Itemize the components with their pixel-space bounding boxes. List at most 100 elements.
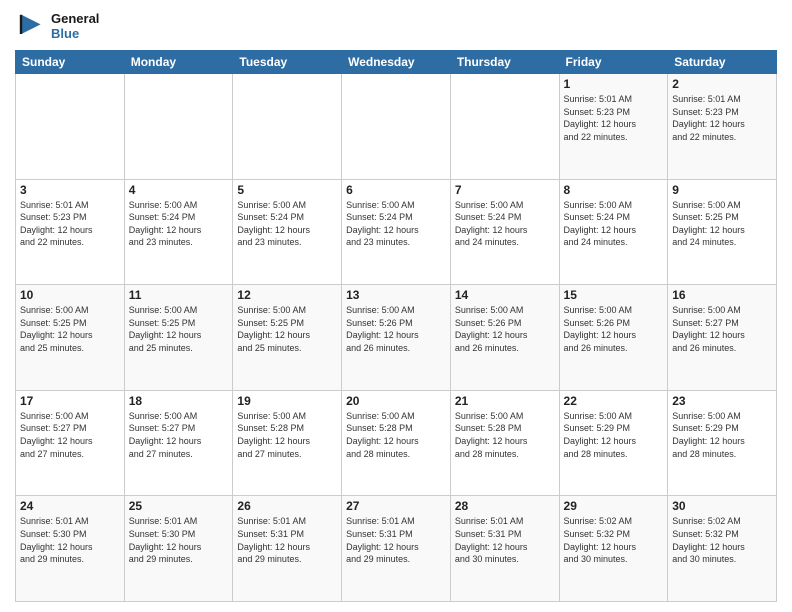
calendar-week-row-4: 17Sunrise: 5:00 AM Sunset: 5:27 PM Dayli… [16,390,777,496]
calendar-week-row-1: 1 Sunrise: 5:01 AM Sunset: 5:23 PM Daylig… [16,74,777,180]
day-info: Sunrise: 5:00 AM Sunset: 5:24 PM Dayligh… [346,199,446,249]
calendar-week-row-3: 10 Sunrise: 5:00 AM Sunset: 5:25 PM Dayli… [16,285,777,391]
calendar-cell: 26 Sunrise: 5:01 AM Sunset: 5:31 PM Dayli… [233,496,342,602]
calendar-cell: 2 Sunrise: 5:01 AM Sunset: 5:23 PM Daylig… [668,74,777,180]
calendar-header-saturday: Saturday [668,51,777,74]
day-info: Sunrise: 5:00 AM Sunset: 5:28 PM Dayligh… [237,410,337,460]
day-number: 14 [455,288,555,302]
calendar-cell: 11 Sunrise: 5:00 AM Sunset: 5:25 PM Dayli… [124,285,233,391]
day-number: 6 [346,183,446,197]
calendar-cell: 10 Sunrise: 5:00 AM Sunset: 5:25 PM Dayli… [16,285,125,391]
day-number: 27 [346,499,446,513]
day-number: 20 [346,394,446,408]
day-number: 12 [237,288,337,302]
day-number: 8 [564,183,664,197]
calendar-cell: 6 Sunrise: 5:00 AM Sunset: 5:24 PM Daylig… [342,179,451,285]
day-info: Sunrise: 5:00 AM Sunset: 5:25 PM Dayligh… [672,199,772,249]
day-info: Sunrise: 5:00 AM Sunset: 5:28 PM Dayligh… [455,410,555,460]
calendar-cell: 30 Sunrise: 5:02 AM Sunset: 5:32 PM Dayli… [668,496,777,602]
day-number: 21 [455,394,555,408]
calendar-cell: 4Sunrise: 5:00 AM Sunset: 5:24 PM Daylig… [124,179,233,285]
calendar-cell: 29 Sunrise: 5:02 AM Sunset: 5:32 PM Dayli… [559,496,668,602]
day-info: Sunrise: 5:01 AM Sunset: 5:23 PM Dayligh… [672,93,772,143]
day-info: Sunrise: 5:01 AM Sunset: 5:31 PM Dayligh… [237,515,337,565]
calendar-cell: 22 Sunrise: 5:00 AM Sunset: 5:29 PM Dayli… [559,390,668,496]
calendar-cell: 3Sunrise: 5:01 AM Sunset: 5:23 PM Daylig… [16,179,125,285]
day-number: 16 [672,288,772,302]
day-info: Sunrise: 5:02 AM Sunset: 5:32 PM Dayligh… [564,515,664,565]
day-info: Sunrise: 5:00 AM Sunset: 5:28 PM Dayligh… [346,410,446,460]
calendar-cell [342,74,451,180]
day-number: 23 [672,394,772,408]
day-number: 25 [129,499,229,513]
day-info: Sunrise: 5:00 AM Sunset: 5:27 PM Dayligh… [129,410,229,460]
day-number: 18 [129,394,229,408]
calendar-cell: 1 Sunrise: 5:01 AM Sunset: 5:23 PM Daylig… [559,74,668,180]
day-number: 29 [564,499,664,513]
day-info: Sunrise: 5:00 AM Sunset: 5:25 PM Dayligh… [20,304,120,354]
header: General Blue [15,10,777,42]
calendar-cell: 28 Sunrise: 5:01 AM Sunset: 5:31 PM Dayli… [450,496,559,602]
day-number: 7 [455,183,555,197]
calendar-cell: 24 Sunrise: 5:01 AM Sunset: 5:30 PM Dayli… [16,496,125,602]
day-number: 24 [20,499,120,513]
day-info: Sunrise: 5:01 AM Sunset: 5:23 PM Dayligh… [564,93,664,143]
calendar-week-row-5: 24 Sunrise: 5:01 AM Sunset: 5:30 PM Dayli… [16,496,777,602]
calendar-week-row-2: 3Sunrise: 5:01 AM Sunset: 5:23 PM Daylig… [16,179,777,285]
calendar-cell [233,74,342,180]
day-number: 13 [346,288,446,302]
calendar-cell: 27 Sunrise: 5:01 AM Sunset: 5:31 PM Dayli… [342,496,451,602]
day-info: Sunrise: 5:00 AM Sunset: 5:29 PM Dayligh… [672,410,772,460]
day-info: Sunrise: 5:00 AM Sunset: 5:24 PM Dayligh… [564,199,664,249]
logo: General Blue [15,10,99,42]
calendar-cell: 8 Sunrise: 5:00 AM Sunset: 5:24 PM Daylig… [559,179,668,285]
day-info: Sunrise: 5:00 AM Sunset: 5:27 PM Dayligh… [672,304,772,354]
calendar-cell: 16 Sunrise: 5:00 AM Sunset: 5:27 PM Dayli… [668,285,777,391]
day-number: 11 [129,288,229,302]
calendar-cell [16,74,125,180]
calendar-cell: 17Sunrise: 5:00 AM Sunset: 5:27 PM Dayli… [16,390,125,496]
day-info: Sunrise: 5:00 AM Sunset: 5:29 PM Dayligh… [564,410,664,460]
day-info: Sunrise: 5:01 AM Sunset: 5:31 PM Dayligh… [455,515,555,565]
day-info: Sunrise: 5:00 AM Sunset: 5:24 PM Dayligh… [237,199,337,249]
day-number: 10 [20,288,120,302]
day-number: 19 [237,394,337,408]
calendar-cell: 12Sunrise: 5:00 AM Sunset: 5:25 PM Dayli… [233,285,342,391]
calendar-header-friday: Friday [559,51,668,74]
calendar-cell: 23 Sunrise: 5:00 AM Sunset: 5:29 PM Dayli… [668,390,777,496]
day-number: 3 [20,183,120,197]
day-number: 26 [237,499,337,513]
calendar-header-monday: Monday [124,51,233,74]
calendar-cell: 19 Sunrise: 5:00 AM Sunset: 5:28 PM Dayli… [233,390,342,496]
day-number: 9 [672,183,772,197]
day-number: 28 [455,499,555,513]
calendar-cell [450,74,559,180]
calendar-header-row: SundayMondayTuesdayWednesdayThursdayFrid… [16,51,777,74]
calendar-cell: 5 Sunrise: 5:00 AM Sunset: 5:24 PM Daylig… [233,179,342,285]
day-info: Sunrise: 5:02 AM Sunset: 5:32 PM Dayligh… [672,515,772,565]
day-number: 2 [672,77,772,91]
day-info: Sunrise: 5:00 AM Sunset: 5:26 PM Dayligh… [455,304,555,354]
day-number: 30 [672,499,772,513]
day-info: Sunrise: 5:00 AM Sunset: 5:25 PM Dayligh… [129,304,229,354]
day-number: 4 [129,183,229,197]
calendar-cell: 20 Sunrise: 5:00 AM Sunset: 5:28 PM Dayli… [342,390,451,496]
calendar-cell: 18 Sunrise: 5:00 AM Sunset: 5:27 PM Dayli… [124,390,233,496]
logo-text: General Blue [51,11,99,41]
day-info: Sunrise: 5:01 AM Sunset: 5:31 PM Dayligh… [346,515,446,565]
day-info: Sunrise: 5:01 AM Sunset: 5:30 PM Dayligh… [129,515,229,565]
day-number: 1 [564,77,664,91]
calendar-table: SundayMondayTuesdayWednesdayThursdayFrid… [15,50,777,602]
day-number: 5 [237,183,337,197]
calendar-cell: 14 Sunrise: 5:00 AM Sunset: 5:26 PM Dayli… [450,285,559,391]
calendar-header-wednesday: Wednesday [342,51,451,74]
calendar-header-tuesday: Tuesday [233,51,342,74]
calendar-cell [124,74,233,180]
page: General Blue SundayMondayTuesdayWednesda… [0,0,792,612]
day-info: Sunrise: 5:01 AM Sunset: 5:30 PM Dayligh… [20,515,120,565]
calendar-header-thursday: Thursday [450,51,559,74]
day-info: Sunrise: 5:00 AM Sunset: 5:26 PM Dayligh… [564,304,664,354]
day-number: 22 [564,394,664,408]
calendar-cell: 9 Sunrise: 5:00 AM Sunset: 5:25 PM Daylig… [668,179,777,285]
calendar-cell: 15Sunrise: 5:00 AM Sunset: 5:26 PM Dayli… [559,285,668,391]
